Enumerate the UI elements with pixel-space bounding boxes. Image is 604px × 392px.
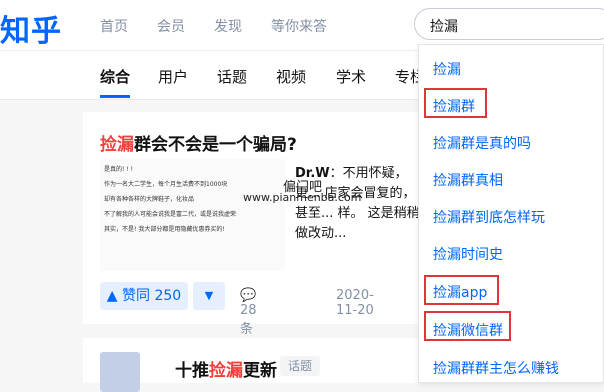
- nav-vip[interactable]: 会员: [157, 16, 185, 36]
- tab-users[interactable]: 用户: [158, 66, 188, 87]
- result-title[interactable]: 捡漏群会不会是一个骗局?: [100, 130, 297, 155]
- thumb-line: 作为一名大二学生，每个月生活费不到1000块: [104, 181, 228, 188]
- suggestion-item[interactable]: 捡漏: [433, 59, 461, 79]
- topic-result-card: 十推捡漏更新 话题: [83, 338, 423, 392]
- thumb-line: 其实，不是! 我大部分都是用隐藏优惠券买的!: [104, 226, 225, 233]
- highlight-box: [424, 311, 511, 341]
- upvote-button[interactable]: ▲ 赞同 250: [100, 282, 188, 310]
- tab-videos[interactable]: 视频: [276, 66, 306, 87]
- watermark-url: www.pianmenba.com: [243, 191, 362, 204]
- tab-academic[interactable]: 学术: [336, 66, 366, 87]
- search-result-card: 捡漏群会不会是一个骗局? 是真的! ! ! 作为一名大二学生，每个月生活费不到1…: [83, 112, 431, 375]
- search-value: 捡漏: [430, 19, 458, 35]
- search-input[interactable]: 捡漏: [414, 8, 604, 40]
- nav-discover[interactable]: 发现: [214, 16, 242, 36]
- post-date: 2020-11-20: [336, 288, 374, 318]
- top-bar: 知乎 首页 会员 发现 等你来答 捡漏: [0, 0, 604, 50]
- topic-title-prefix: 十推: [175, 361, 209, 381]
- active-tab-indicator: [100, 95, 130, 98]
- title-highlight: 捡漏: [100, 135, 134, 155]
- tab-general[interactable]: 综合: [100, 66, 130, 87]
- topic-title-rest: 更新: [243, 361, 277, 381]
- topic-badge: 话题: [280, 356, 320, 376]
- nav-home[interactable]: 首页: [100, 16, 128, 36]
- nav-waiting-answers[interactable]: 等你来答: [271, 16, 327, 36]
- suggestion-item[interactable]: 捡漏群是真的吗: [433, 133, 531, 153]
- thumb-line: 不了解我的人可能会说我是富二代，或是说我虚荣: [104, 211, 237, 218]
- tab-topics[interactable]: 话题: [217, 66, 247, 87]
- suggestion-item[interactable]: 捡漏群到底怎样玩: [433, 207, 545, 227]
- result-thumbnail[interactable]: 是真的! ! ! 作为一名大二学生，每个月生活费不到1000块 却有各种各样的大…: [100, 159, 285, 271]
- downvote-button[interactable]: ▼: [193, 282, 225, 310]
- topic-avatar[interactable]: [100, 352, 140, 392]
- title-rest: 群会不会是一个骗局?: [134, 135, 297, 155]
- highlight-box: [424, 88, 487, 118]
- suggestion-item[interactable]: 捡漏群群主怎么赚钱: [433, 358, 559, 378]
- suggestion-item[interactable]: 捡漏群真相: [433, 170, 503, 190]
- topic-title[interactable]: 十推捡漏更新: [175, 356, 277, 381]
- suggestion-item[interactable]: 捡漏时间史: [433, 244, 503, 264]
- highlight-box: [424, 275, 499, 305]
- zhihu-logo[interactable]: 知乎: [0, 6, 62, 50]
- topic-title-highlight: 捡漏: [209, 361, 243, 381]
- thumb-line: 是真的! ! !: [104, 166, 134, 173]
